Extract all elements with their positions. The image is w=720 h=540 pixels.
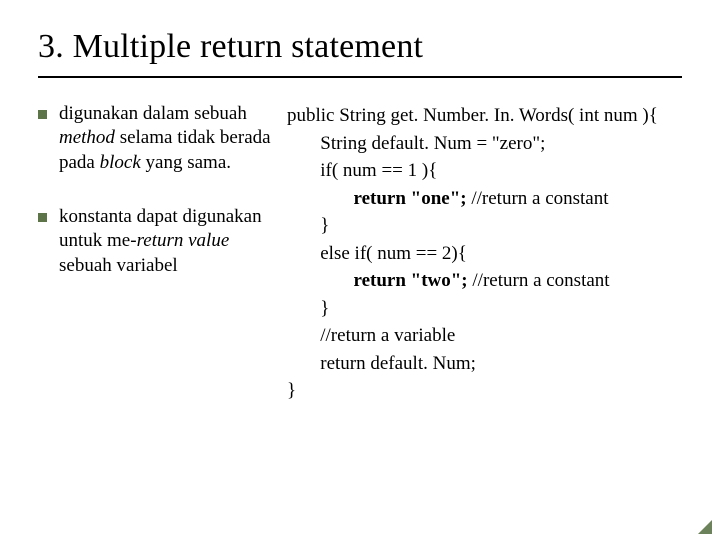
- square-bullet-icon: [38, 213, 47, 222]
- text-run: yang sama.: [141, 152, 231, 173]
- text-run-italic: method: [59, 127, 115, 148]
- code-bold: return "two";: [354, 270, 473, 291]
- code-line: }: [287, 380, 296, 401]
- code-indent: [287, 133, 320, 154]
- code-block: public String get. Number. In. Words( in…: [287, 102, 682, 405]
- bullet-item: konstanta dapat digunakan untuk me-retur…: [38, 205, 273, 278]
- code-line: }: [320, 215, 329, 236]
- code-indent: [287, 188, 354, 209]
- code-bold: return "one";: [354, 188, 472, 209]
- code-comment: //return a constant: [471, 188, 608, 209]
- text-run: digunakan dalam sebuah: [59, 103, 247, 124]
- slide-title: 3. Multiple return statement: [38, 28, 682, 78]
- code-line: public String get. Number. In. Words( in…: [287, 105, 658, 126]
- bullet-text: digunakan dalam sebuah method selama tid…: [59, 102, 273, 175]
- code-indent: [287, 325, 320, 346]
- text-run: sebuah variabel: [59, 255, 178, 276]
- code-line: else if( num == 2){: [320, 243, 467, 264]
- code-line: return default. Num;: [320, 353, 476, 374]
- code-indent: [287, 243, 320, 264]
- corner-decoration-icon: [698, 520, 712, 534]
- text-run-italic: block: [100, 152, 141, 173]
- code-indent: [287, 298, 320, 319]
- code-line: if( num == 1 ){: [320, 160, 437, 181]
- code-indent: [287, 160, 320, 181]
- content-area: digunakan dalam sebuah method selama tid…: [38, 102, 682, 405]
- code-indent: [287, 270, 354, 291]
- square-bullet-icon: [38, 110, 47, 119]
- code-comment: //return a constant: [472, 270, 609, 291]
- slide: 3. Multiple return statement digunakan d…: [0, 0, 720, 540]
- code-column: public String get. Number. In. Words( in…: [285, 102, 682, 405]
- bullet-item: digunakan dalam sebuah method selama tid…: [38, 102, 273, 175]
- bullet-text: konstanta dapat digunakan untuk me-retur…: [59, 205, 273, 278]
- text-run-italic: return value: [137, 230, 230, 251]
- bullets-column: digunakan dalam sebuah method selama tid…: [38, 102, 273, 405]
- code-indent: [287, 353, 320, 374]
- code-line: String default. Num = "zero";: [320, 133, 545, 154]
- code-line: }: [320, 298, 329, 319]
- code-indent: [287, 215, 320, 236]
- code-line: //return a variable: [320, 325, 455, 346]
